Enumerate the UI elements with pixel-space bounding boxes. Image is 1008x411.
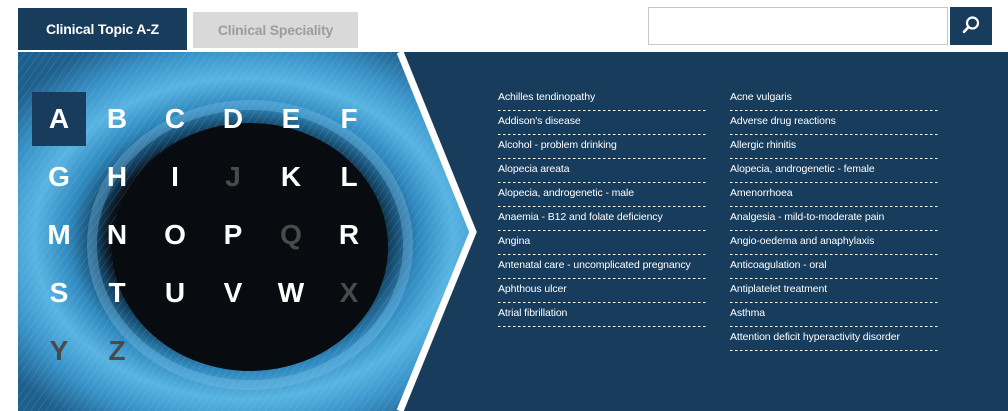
letter-i[interactable]: I [148,150,202,204]
letter-e[interactable]: E [264,92,318,146]
topic-link[interactable]: Alopecia areata [498,160,706,183]
topic-link[interactable]: Asthma [730,304,938,327]
letter-y: Y [49,335,69,366]
topic-link[interactable]: Amenorrhoea [730,184,938,207]
letter-x: X [339,277,359,308]
search-icon [961,15,981,38]
tab-clinical-speciality[interactable]: Clinical Speciality [193,12,358,48]
topic-link[interactable]: Adverse drug reactions [730,112,938,135]
topic-link[interactable]: Antiplatelet treatment [730,280,938,303]
topic-link[interactable]: Analgesia - mild-to-moderate pain [730,208,938,231]
topic-link[interactable]: Allergic rhinitis [730,136,938,159]
search-button[interactable] [950,7,992,45]
letter-c[interactable]: C [148,92,202,146]
letter-t[interactable]: T [90,266,144,320]
letter-b[interactable]: B [90,92,144,146]
topic-link[interactable]: Attention deficit hyperactivity disorder [730,328,938,351]
letter-a[interactable]: A [32,92,86,146]
topic-link[interactable]: Achilles tendinopathy [498,88,706,111]
topic-link[interactable]: Alcohol - problem drinking [498,136,706,159]
letter-s[interactable]: S [32,266,86,320]
letter-h[interactable]: H [90,150,144,204]
letter-v[interactable]: V [206,266,260,320]
letter-m[interactable]: M [32,208,86,262]
letter-u[interactable]: U [148,266,202,320]
tab-clinical-topic-az[interactable]: Clinical Topic A-Z [18,8,187,50]
letter-d[interactable]: D [206,92,260,146]
top-bar: Clinical Topic A-Z Clinical Speciality [0,0,1008,52]
eye-image: A B C D E F G H I J K L M N O P Q R S T … [18,52,488,411]
letter-f[interactable]: F [322,92,376,146]
letter-g[interactable]: G [32,150,86,204]
topic-link[interactable]: Angina [498,232,706,255]
letter-j: J [225,161,241,192]
topic-link[interactable]: Alopecia, androgenetic - male [498,184,706,207]
topic-list-column-1: Achilles tendinopathy Addison's disease … [498,88,706,328]
letter-k[interactable]: K [264,150,318,204]
topic-link[interactable]: Anaemia - B12 and folate deficiency [498,208,706,231]
search-input[interactable] [648,7,948,45]
topic-link[interactable]: Antenatal care - uncomplicated pregnancy [498,256,706,279]
letter-o[interactable]: O [148,208,202,262]
letter-z: Z [108,335,126,366]
letter-r[interactable]: R [322,208,376,262]
letter-q: Q [280,219,302,250]
letter-l[interactable]: L [322,150,376,204]
topic-link[interactable]: Addison's disease [498,112,706,135]
letter-w[interactable]: W [264,266,318,320]
alphabet-grid: A B C D E F G H I J K L M N O P Q R S T … [32,92,382,392]
topic-link[interactable]: Atrial fibrillation [498,304,706,327]
topic-list-column-2: Acne vulgaris Adverse drug reactions All… [730,88,938,352]
topic-link[interactable]: Acne vulgaris [730,88,938,111]
letter-p[interactable]: P [206,208,260,262]
topic-link[interactable]: Angio-oedema and anaphylaxis [730,232,938,255]
topic-link[interactable]: Aphthous ulcer [498,280,706,303]
topic-link[interactable]: Alopecia, androgenetic - female [730,160,938,183]
topic-link[interactable]: Anticoagulation - oral [730,256,938,279]
letter-n[interactable]: N [90,208,144,262]
topic-panel: A B C D E F G H I J K L M N O P Q R S T … [18,52,1008,411]
